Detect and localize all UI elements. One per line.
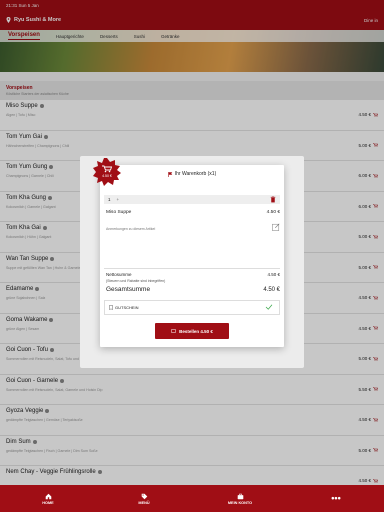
voucher-field[interactable]: GUTSCHEIN: [104, 300, 280, 315]
tag-icon: [141, 493, 147, 499]
bottom-navigation: HOME MENÜ MEIN KONTO •••: [0, 485, 384, 512]
increase-quantity-button[interactable]: +: [117, 197, 120, 202]
cart-line-price: 4.50 €: [266, 210, 280, 215]
cart-icon: [171, 329, 177, 333]
nav-home[interactable]: HOME: [0, 493, 96, 505]
cart-line-name: Miso Suppe: [106, 210, 132, 215]
item-note-input[interactable]: [106, 227, 264, 231]
check-icon[interactable]: [265, 304, 273, 310]
net-total-value: 4.50 €: [267, 272, 280, 277]
nav-home-label: HOME: [42, 500, 54, 505]
cart-badge-icon: [93, 158, 121, 186]
quantity-stepper: 1 +: [104, 195, 280, 204]
net-total-label: Nettosumme: [106, 272, 132, 277]
nav-account-label: MEIN KONTO: [227, 500, 253, 505]
quantity-value: 1: [108, 197, 111, 202]
account-icon: [237, 493, 243, 499]
cart-title-text: Ihr Warenkorb (x1): [174, 171, 217, 177]
bookmark-icon: [109, 305, 113, 310]
home-icon: [45, 493, 51, 499]
trash-icon[interactable]: [270, 196, 276, 203]
cart-title: Ihr Warenkorb (x1): [100, 171, 284, 177]
cart-modal: Ihr Warenkorb (x1) 1 + Miso Suppe 4.50 €…: [100, 165, 284, 347]
cart-line-item: Miso Suppe 4.50 €: [106, 210, 280, 215]
flag-icon: [167, 171, 172, 177]
cart-badge-price: 4.50 €: [102, 174, 112, 178]
order-button[interactable]: Bestellen 4.50 €: [155, 323, 229, 339]
more-icon: •••: [331, 493, 341, 503]
nav-more[interactable]: •••: [288, 493, 384, 503]
nav-account[interactable]: MEIN KONTO: [192, 493, 288, 505]
net-total-note: (Steuern und Rabatte sind inbegriffen): [106, 279, 166, 283]
divider: [104, 268, 280, 269]
nav-menu-label: MENÜ: [138, 500, 150, 505]
edit-icon[interactable]: [272, 223, 280, 231]
net-total-row: Nettosumme 4.50 €: [106, 272, 280, 277]
voucher-label: GUTSCHEIN: [115, 305, 139, 310]
grand-total-row: Gesamtsumme 4.50 €: [106, 286, 280, 293]
grand-total-value: 4.50 €: [263, 287, 280, 293]
nav-menu[interactable]: MENÜ: [96, 493, 192, 505]
order-button-label: Bestellen 4.50 €: [179, 328, 213, 334]
grand-total-label: Gesamtsumme: [106, 286, 151, 293]
